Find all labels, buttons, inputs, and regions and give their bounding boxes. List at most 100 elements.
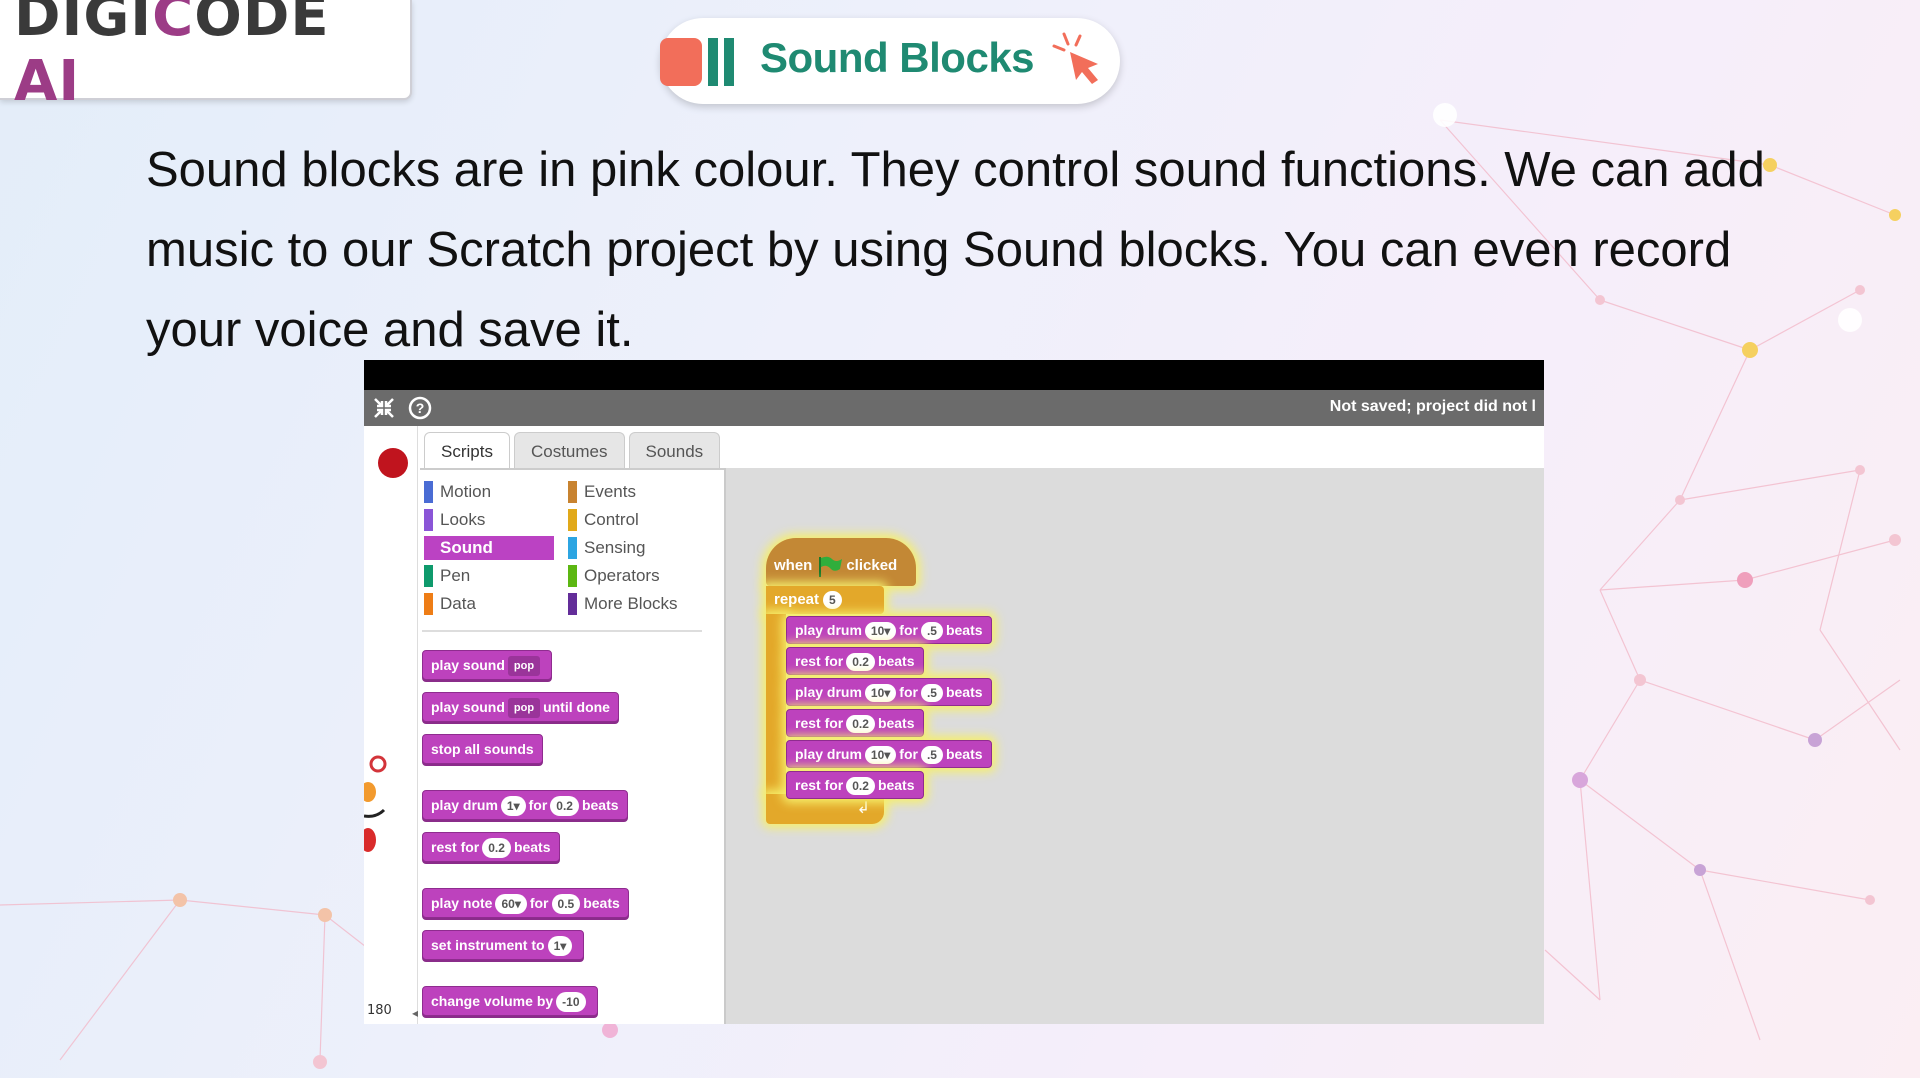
beats-input[interactable]: .5 — [920, 684, 943, 703]
beats-input[interactable]: .5 — [920, 746, 943, 765]
category-label: Motion — [440, 482, 492, 501]
drum-input[interactable]: 10▾ — [864, 622, 897, 641]
block-word: done — [576, 699, 610, 715]
swatch — [424, 593, 433, 615]
block-word: beats — [945, 684, 983, 700]
block-word: for — [528, 797, 548, 813]
sound-dropdown[interactable]: pop — [507, 656, 541, 677]
block-set-instrument[interactable]: set instrument to 1▾ — [422, 930, 585, 960]
block-word: beats — [581, 797, 619, 813]
block-word: play — [431, 895, 460, 911]
block-word: change — [431, 993, 481, 1009]
beats-input[interactable]: 0.2 — [550, 796, 579, 817]
stage-strip: 180 ◀ — [364, 426, 421, 1024]
logo-text: DIGICODE AI — [14, 0, 330, 114]
category-data[interactable]: Data — [424, 592, 554, 616]
beats-input[interactable]: 0.5 — [551, 894, 581, 915]
category-label: Data — [440, 594, 476, 613]
block-word: rest — [431, 839, 457, 855]
script-rest-1[interactable]: rest for 0.2 beats — [786, 647, 924, 675]
category-sensing[interactable]: Sensing — [568, 536, 698, 560]
block-word: play — [795, 622, 824, 638]
drum-input[interactable]: 10▾ — [864, 746, 897, 765]
category-sound[interactable]: Sound — [424, 536, 554, 560]
tab-scripts[interactable]: Scripts — [424, 432, 510, 470]
block-word: sound — [462, 699, 505, 715]
cursor-click-icon — [1052, 32, 1098, 84]
block-stop-all-sounds[interactable]: stop all sounds — [422, 734, 543, 764]
block-word: rest — [795, 777, 821, 793]
block-play-note[interactable]: play note 60▾ for 0.5 beats — [422, 888, 629, 918]
block-word: repeat — [774, 591, 820, 608]
beats-input[interactable]: 0.2 — [482, 838, 511, 859]
block-word: for — [899, 622, 918, 638]
block-change-volume[interactable]: change volume by -10 — [422, 986, 598, 1016]
sound-dropdown[interactable]: pop — [507, 698, 541, 719]
block-word: stop — [431, 741, 461, 757]
script-area[interactable]: when clicked repeat 5 ↲ play drum 10▾ for .5 b… — [724, 468, 1544, 1024]
block-play-sound-until-done[interactable]: play sound pop until done — [422, 692, 619, 722]
block-rest[interactable]: rest for 0.2 beats — [422, 832, 560, 862]
editor-tabs: Scripts Costumes Sounds — [424, 432, 724, 470]
block-word: for — [899, 746, 918, 762]
beats-input[interactable]: 0.2 — [846, 715, 875, 734]
category-pen[interactable]: Pen — [424, 564, 554, 588]
category-looks[interactable]: Looks — [424, 508, 554, 532]
block-word: for — [824, 715, 844, 731]
block-word: beats — [877, 715, 915, 731]
instrument-input[interactable]: 1▾ — [547, 936, 573, 957]
repeat-block[interactable]: repeat 5 — [766, 586, 884, 614]
block-word: beats — [513, 839, 551, 855]
volume-input[interactable]: -10 — [556, 992, 586, 1013]
digicode-logo: DIGICODE AI — [0, 0, 412, 114]
category-label: Sound — [440, 538, 493, 557]
svg-text:?: ? — [416, 400, 425, 416]
block-word: drum — [462, 797, 498, 813]
beats-input[interactable]: 0.2 — [846, 777, 875, 796]
script-play-drum-1[interactable]: play drum 10▾ for .5 beats — [786, 616, 992, 644]
help-icon[interactable]: ? — [408, 396, 432, 420]
block-play-drum[interactable]: play drum 1▾ for 0.2 beats — [422, 790, 628, 820]
beats-input[interactable]: .5 — [920, 622, 943, 641]
block-word: play — [431, 657, 460, 673]
shrink-icon[interactable] — [372, 396, 396, 420]
category-label: Events — [584, 482, 636, 501]
category-control[interactable]: Control — [568, 508, 698, 532]
repeat-count-input[interactable]: 5 — [823, 591, 842, 609]
bars-icon — [660, 38, 734, 86]
category-label: Control — [584, 510, 639, 529]
script-play-drum-3[interactable]: play drum 10▾ for .5 beats — [786, 740, 992, 768]
script-rest-2[interactable]: rest for 0.2 beats — [786, 709, 924, 737]
block-word: beats — [877, 777, 915, 793]
category-label: Pen — [440, 566, 471, 585]
drum-input[interactable]: 10▾ — [864, 684, 897, 703]
loop-arrow-icon: ↲ — [856, 798, 870, 817]
green-flag-icon — [819, 556, 843, 578]
stop-button[interactable] — [378, 448, 408, 478]
block-word: by — [536, 993, 554, 1009]
tab-costumes[interactable]: Costumes — [513, 432, 625, 470]
drum-input[interactable]: 1▾ — [500, 796, 526, 817]
sprite-partial — [364, 755, 387, 852]
block-word: play — [795, 684, 824, 700]
script-play-drum-2[interactable]: play drum 10▾ for .5 beats — [786, 678, 992, 706]
block-word: for — [899, 684, 918, 700]
category-events[interactable]: Events — [568, 480, 698, 504]
coordinate-readout: 180 — [367, 1003, 392, 1018]
note-input[interactable]: 60▾ — [495, 894, 527, 915]
page-title: Sound Blocks — [760, 34, 1035, 81]
category-label: Operators — [584, 566, 660, 585]
block-word: when — [774, 557, 813, 574]
category-motion[interactable]: Motion — [424, 480, 554, 504]
category-operators[interactable]: Operators — [568, 564, 698, 588]
block-word: play — [431, 797, 460, 813]
tab-sounds[interactable]: Sounds — [628, 432, 721, 470]
script-rest-3[interactable]: rest for 0.2 beats — [786, 771, 924, 799]
category-label: Sensing — [584, 538, 646, 557]
scratch-menu-bar: ? Not saved; project did not l — [364, 390, 1544, 426]
save-status-text: Not saved; project did not l — [1329, 398, 1536, 415]
when-flag-clicked-block[interactable]: when clicked — [766, 538, 916, 586]
beats-input[interactable]: 0.2 — [846, 653, 875, 672]
block-play-sound[interactable]: play sound pop — [422, 650, 553, 680]
category-more-blocks[interactable]: More Blocks — [568, 592, 698, 616]
